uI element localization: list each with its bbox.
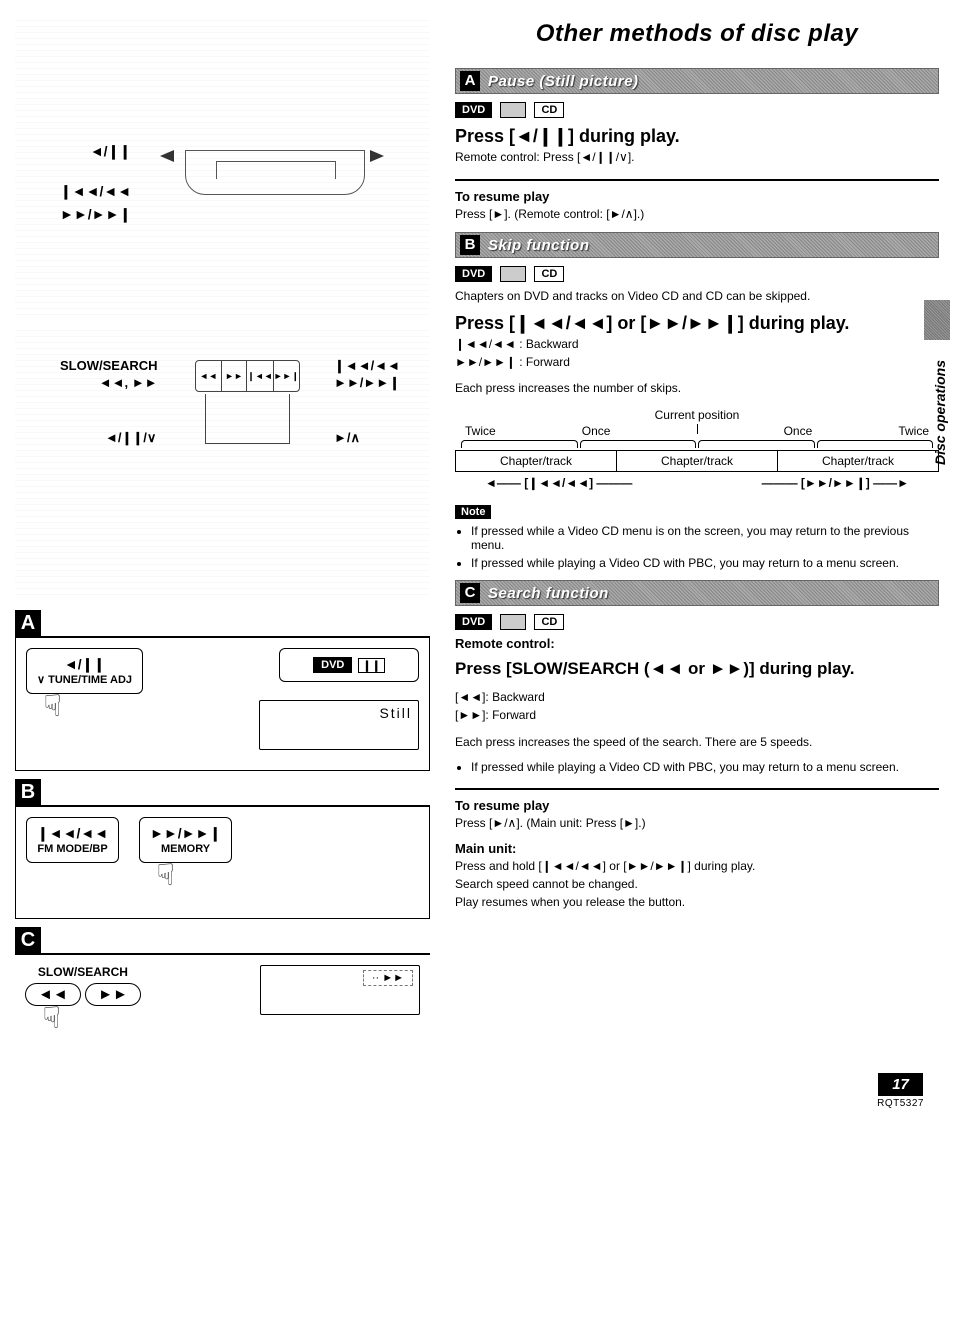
panel-c-badge: C — [15, 927, 41, 953]
section-c-dir-fwd: [►►]: Forward — [455, 707, 939, 723]
panel-a-badge: A — [15, 610, 41, 636]
section-c-main1: Press and hold [❙◄◄/◄◄] or [►►/►►❙] duri… — [455, 858, 939, 874]
side-tab: Disc operations — [932, 360, 948, 465]
label-play-remote: ►/∧ — [334, 430, 360, 446]
hand-icon — [139, 863, 174, 898]
cd-chip: CD — [534, 266, 564, 282]
label-skip-fwd: ►►/►►❙ — [60, 203, 131, 225]
unit-top-diagram: ◄/❙❙ ❙◄◄/◄◄ ►►/►►❙ — [15, 20, 430, 320]
hand-icon — [26, 694, 61, 729]
section-b-intro: Chapters on DVD and tracks on Video CD a… — [455, 288, 939, 304]
section-c-main2: Search speed cannot be changed. — [455, 876, 939, 892]
panel-b-badge: B — [15, 779, 41, 805]
panel-c-label: SLOW/SEARCH — [25, 965, 141, 979]
section-b-note1: If pressed while a Video CD menu is on t… — [471, 524, 939, 552]
section-b-instruction: Press [❙◄◄/◄◄] or [►►/►►❙] during play. — [455, 313, 939, 334]
panel-b-button-fwd: ►►/►►❙ MEMORY — [139, 817, 232, 863]
page-number: 17 — [878, 1073, 923, 1096]
label-skip-fwd-remote: ►►/►►❙ — [334, 375, 400, 390]
panel-b-button-back: ❙◄◄/◄◄ FM MODE/BP — [26, 817, 119, 863]
dvd-chip: DVD — [455, 614, 492, 630]
page-title: Other methods of disc play — [455, 20, 939, 48]
section-c-instruction: Press [SLOW/SEARCH (◄◄ or ►►)] during pl… — [455, 659, 939, 679]
panel-c: SLOW/SEARCH ◄◄ ►► ·· ►► — [15, 953, 430, 1061]
panel-a-button: ◄/❙❙ ∨ TUNE/TIME ADJ — [26, 648, 143, 694]
label-pause: ◄/❙❙ — [60, 140, 131, 162]
label-slow-search: SLOW/SEARCH — [60, 358, 158, 373]
note-label: Note — [455, 505, 491, 519]
section-a-resume-body: Press [►]. (Remote control: [►/∧].) — [455, 206, 939, 222]
section-c-remote-head: Remote control: — [455, 636, 939, 651]
section-a-sub: Remote control: Press [◄/❙❙/∨]. — [455, 149, 939, 165]
section-b-bar: B Skip function — [455, 232, 939, 258]
side-texture — [924, 300, 950, 340]
section-a-resume-head: To resume play — [455, 189, 939, 204]
panel-c-screen: ·· ►► — [260, 965, 420, 1015]
section-b-dir-fwd: ►►/►►❙ : Forward — [455, 354, 939, 370]
panel-a-screen: Still — [259, 700, 419, 750]
vcd-chip — [500, 614, 526, 630]
section-b-dir-back: ❙◄◄/◄◄ : Backward — [455, 336, 939, 352]
panel-c-fwd-button: ►► — [85, 983, 141, 1006]
cd-chip: CD — [534, 614, 564, 630]
vcd-chip — [500, 102, 526, 118]
section-c-resume-head: To resume play — [455, 798, 939, 813]
section-c-note1: If pressed while playing a Video CD with… — [471, 760, 939, 774]
remote-diagram: SLOW/SEARCH ◄◄, ►► ◄◄►►❙◄◄►►❙ ❙◄◄/◄◄ ►►/… — [15, 330, 430, 600]
label-skip-back-remote: ❙◄◄/◄◄ — [334, 358, 400, 373]
label-skip-back: ❙◄◄/◄◄ — [60, 180, 131, 202]
doc-code: RQT5327 — [877, 1098, 924, 1109]
vcd-chip — [500, 266, 526, 282]
cd-chip: CD — [534, 102, 564, 118]
section-b-note2: If pressed while playing a Video CD with… — [471, 556, 939, 570]
label-pause-remote: ◄/❙❙/∨ — [105, 430, 156, 446]
panel-a: ◄/❙❙ ∨ TUNE/TIME ADJ DVD ❙❙ Still — [15, 636, 430, 771]
section-a-bar: A Pause (Still picture) — [455, 68, 939, 94]
skip-diagram: Current position Twice Once Once Twice C… — [455, 408, 939, 490]
panel-a-display: DVD ❙❙ — [279, 648, 419, 682]
hand-icon — [25, 1006, 60, 1041]
section-c-bar: C Search function — [455, 580, 939, 606]
section-c-resume-body: Press [►/∧]. (Main unit: Press [►].) — [455, 815, 939, 831]
section-a-instruction: Press [◄/❙❙] during play. — [455, 126, 939, 147]
section-c-each: Each press increases the speed of the se… — [455, 734, 939, 750]
label-slow-arrows: ◄◄, ►► — [99, 375, 158, 390]
section-c-dir-back: [◄◄]: Backward — [455, 689, 939, 705]
section-c-main3: Play resumes when you release the button… — [455, 894, 939, 910]
section-b-each: Each press increases the number of skips… — [455, 380, 939, 396]
dvd-chip: DVD — [455, 266, 492, 282]
section-c-main-head: Main unit: — [455, 841, 939, 856]
dvd-chip: DVD — [455, 102, 492, 118]
page-footer: 17 RQT5327 — [877, 1073, 924, 1109]
panel-b: ❙◄◄/◄◄ FM MODE/BP ►►/►►❙ MEMORY — [15, 805, 430, 919]
